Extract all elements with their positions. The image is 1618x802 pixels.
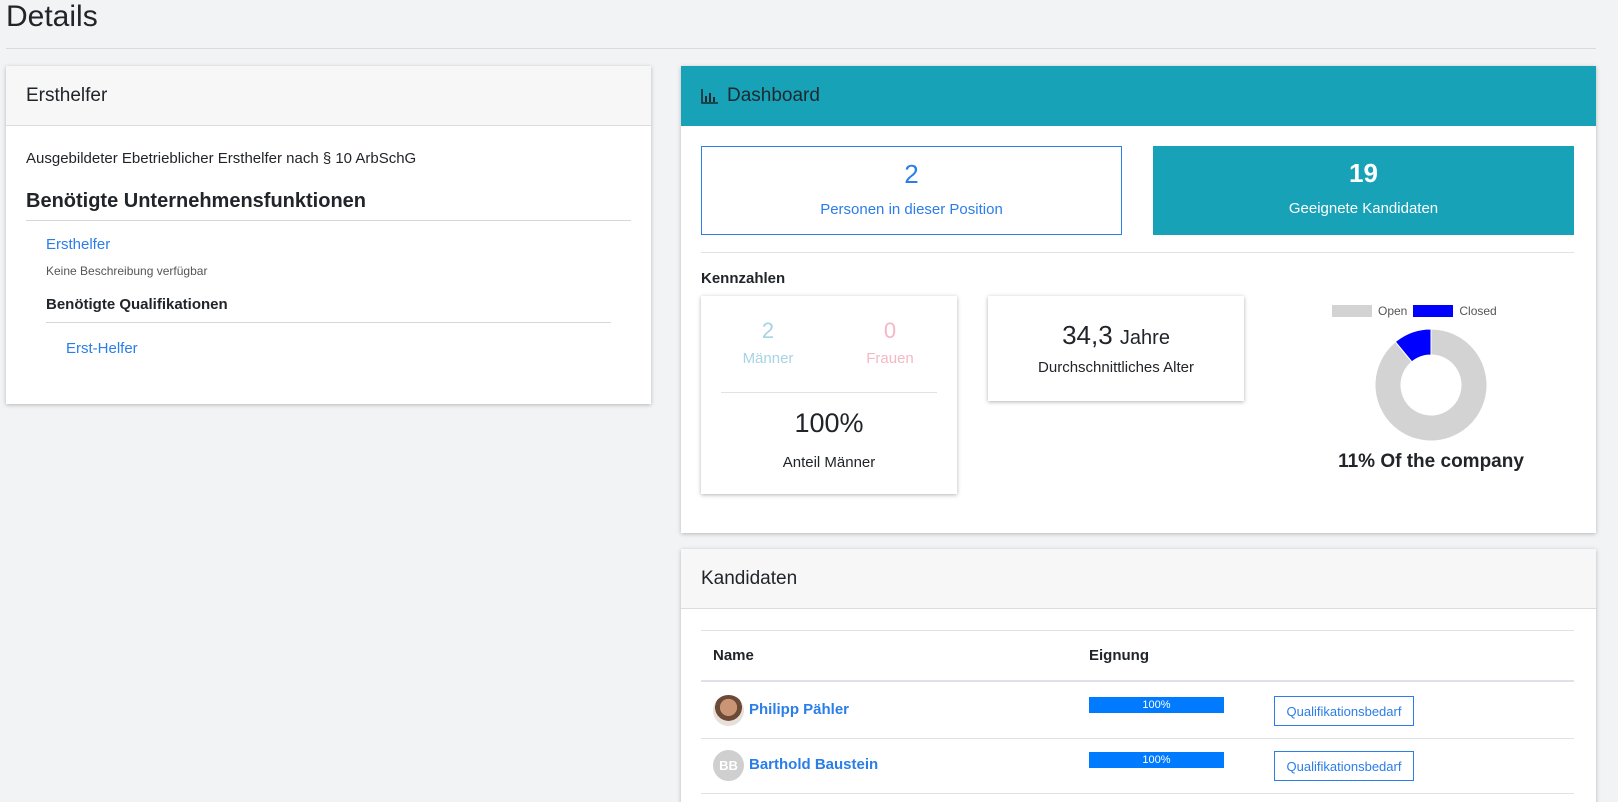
suitable-candidates-box[interactable]: 19 Geeignete Kandidaten bbox=[1153, 146, 1574, 235]
ersthelfer-card-header: Ersthelfer bbox=[6, 66, 651, 126]
qualification-need-button[interactable]: Qualifikationsbedarf bbox=[1274, 696, 1414, 726]
table-row: Philipp Pähler 100% Qualifikationsbedarf bbox=[701, 682, 1574, 739]
average-age-value: 34,3 Jahre bbox=[988, 320, 1244, 351]
women-stat: 0 Frauen bbox=[840, 318, 940, 367]
persons-label: Personen in dieser Position bbox=[820, 201, 1003, 218]
fit-progress-bar: 100% bbox=[1089, 697, 1224, 713]
donut-slice-open[interactable] bbox=[1374, 328, 1488, 442]
fit-progress-bar: 100% bbox=[1089, 752, 1224, 768]
candidates-label: Geeignete Kandidaten bbox=[1288, 200, 1439, 217]
persons-count: 2 bbox=[904, 159, 919, 189]
candidates-card-header: Kandidaten bbox=[681, 549, 1596, 609]
dashboard-title: Dashboard bbox=[727, 85, 820, 106]
functions-heading: Benötigte Unternehmensfunktionen bbox=[26, 190, 367, 212]
men-stat: 2 Männer bbox=[718, 318, 818, 367]
men-share-label: Anteil Männer bbox=[782, 454, 876, 471]
dashboard-header: Dashboard bbox=[681, 66, 1596, 126]
page-title: Details bbox=[6, 0, 98, 33]
men-count: 2 bbox=[761, 318, 775, 343]
candidate-name-link[interactable]: Barthold Baustein bbox=[749, 756, 878, 773]
men-label: Männer bbox=[742, 350, 794, 367]
qualifications-divider bbox=[46, 322, 611, 323]
candidates-count: 19 bbox=[1349, 158, 1378, 188]
avatar[interactable]: BB bbox=[713, 750, 744, 781]
table-row: BB Barthold Baustein 100% Qualifikations… bbox=[701, 737, 1574, 794]
age-unit: Jahre bbox=[1119, 327, 1170, 349]
gender-divider bbox=[721, 392, 937, 393]
men-share-value: 100% bbox=[794, 408, 864, 438]
qualification-link-erst-helfer[interactable]: Erst-Helfer bbox=[66, 340, 138, 357]
women-count: 0 bbox=[883, 318, 897, 343]
dashboard-card: Dashboard 2 Personen in dieser Position … bbox=[681, 66, 1596, 533]
bar-chart-icon bbox=[701, 89, 718, 104]
dashboard-divider bbox=[701, 252, 1574, 253]
column-header-name[interactable]: Name bbox=[713, 647, 754, 664]
donut-chart bbox=[1374, 328, 1488, 442]
ersthelfer-card: Ersthelfer Ausgebildeter Ebetrieblicher … bbox=[6, 66, 651, 404]
donut-caption: 11% Of the company bbox=[1338, 451, 1524, 472]
functions-divider bbox=[26, 220, 631, 221]
qualification-need-button[interactable]: Qualifikationsbedarf bbox=[1274, 751, 1414, 781]
company-share-donut: Open Closed 11% Of the company bbox=[1296, 296, 1566, 476]
function-link-ersthelfer[interactable]: Ersthelfer bbox=[46, 236, 110, 253]
position-description: Ausgebildeter Ebetrieblicher Ersthelfer … bbox=[26, 150, 417, 167]
women-label: Frauen bbox=[866, 350, 914, 367]
gender-stats-card: 2 Männer 0 Frauen 100% Anteil Männer bbox=[701, 296, 957, 494]
avatar[interactable] bbox=[713, 695, 744, 726]
title-divider bbox=[6, 48, 1596, 49]
candidate-name-link[interactable]: Philipp Pähler bbox=[749, 701, 849, 718]
kennzahlen-heading: Kennzahlen bbox=[701, 270, 786, 287]
table-top-divider bbox=[701, 630, 1574, 631]
average-age-label: Durchschnittliches Alter bbox=[1038, 359, 1194, 376]
qualifications-heading: Benötigte Qualifikationen bbox=[46, 296, 228, 313]
candidates-card: Kandidaten Name Eignung Philipp Pähler 1… bbox=[681, 549, 1596, 802]
persons-in-position-box[interactable]: 2 Personen in dieser Position bbox=[701, 146, 1122, 235]
function-description: Keine Beschreibung verfügbar bbox=[46, 264, 208, 278]
column-header-fit[interactable]: Eignung bbox=[1089, 647, 1149, 664]
average-age-card: 34,3 Jahre Durchschnittliches Alter bbox=[988, 296, 1244, 401]
age-number: 34,3 bbox=[1062, 320, 1113, 350]
